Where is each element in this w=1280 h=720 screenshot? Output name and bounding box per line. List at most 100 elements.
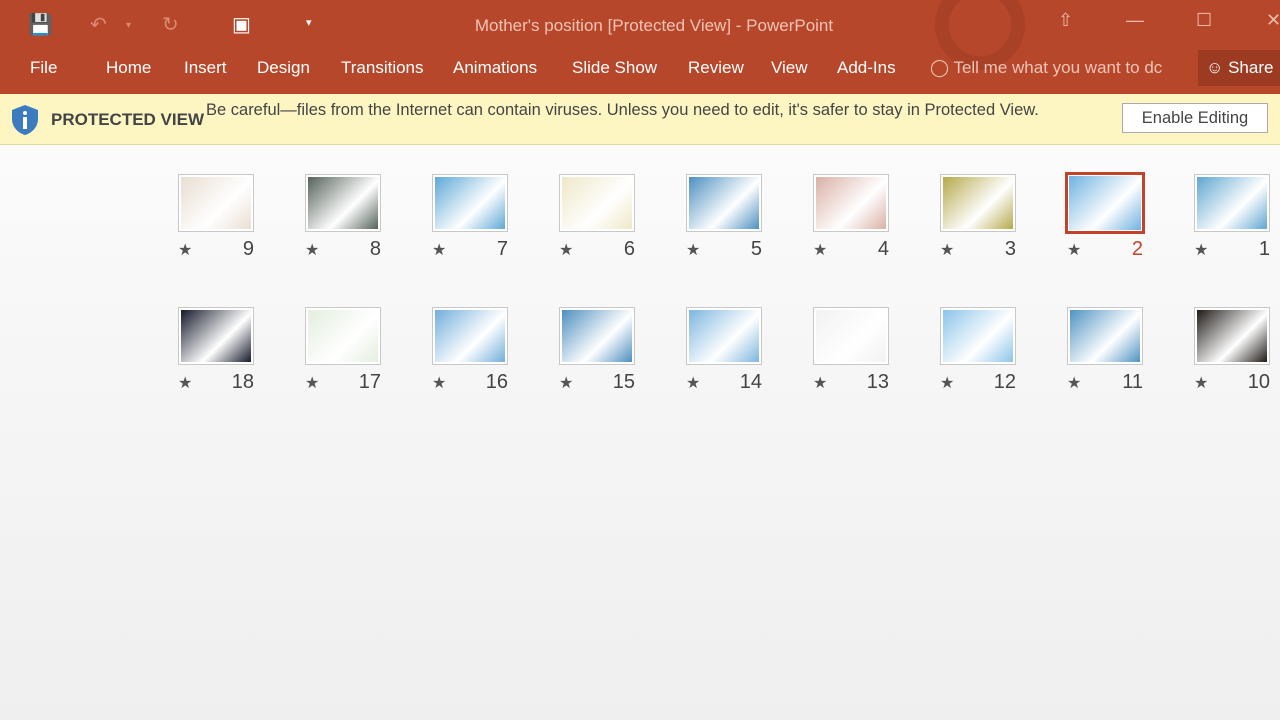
close-icon[interactable]: ✕ xyxy=(1266,10,1280,31)
slide-image xyxy=(181,310,251,362)
animation-star-icon[interactable]: ★ xyxy=(1067,373,1081,393)
slide-preview[interactable] xyxy=(432,174,508,232)
tab-animations[interactable]: Animations xyxy=(453,58,537,78)
tab-home[interactable]: Home xyxy=(106,58,151,78)
slide-thumbnail-12[interactable]: ★ 12 xyxy=(940,307,1016,397)
tab-transitions[interactable]: Transitions xyxy=(341,58,424,78)
slide-number: 5 xyxy=(750,238,762,260)
slide-thumbnail-6[interactable]: ★ 6 xyxy=(559,174,635,264)
slide-preview[interactable] xyxy=(1194,307,1270,365)
animation-star-icon[interactable]: ★ xyxy=(178,373,192,393)
tell-me-search[interactable]: ◯ Tell me what you want to dc xyxy=(930,58,1162,78)
animation-star-icon[interactable]: ★ xyxy=(1194,373,1208,393)
slide-preview[interactable] xyxy=(1067,307,1143,365)
slide-number: 13 xyxy=(866,371,889,393)
slide-number: 2 xyxy=(1131,238,1143,260)
slide-preview[interactable] xyxy=(940,307,1016,365)
slide-preview[interactable] xyxy=(686,174,762,232)
slide-image xyxy=(181,177,251,229)
slide-image xyxy=(1070,310,1140,362)
minimize-icon[interactable]: — xyxy=(1126,10,1144,31)
animation-star-icon[interactable]: ★ xyxy=(1067,240,1081,260)
slide-preview[interactable] xyxy=(940,174,1016,232)
slide-thumbnail-10[interactable]: ★ 10 xyxy=(1194,307,1270,397)
slide-image xyxy=(689,177,759,229)
slide-image xyxy=(308,177,378,229)
share-button[interactable]: ☺ Share xyxy=(1198,50,1280,86)
tab-review[interactable]: Review xyxy=(688,58,744,78)
slide-preview[interactable] xyxy=(305,174,381,232)
slide-preview[interactable] xyxy=(813,307,889,365)
slide-image xyxy=(689,310,759,362)
tell-me-text: Tell me what you want to dc xyxy=(953,58,1163,77)
animation-star-icon[interactable]: ★ xyxy=(686,240,700,260)
tab-add-ins[interactable]: Add-Ins xyxy=(837,58,896,78)
slide-thumbnail-3[interactable]: ★ 3 xyxy=(940,174,1016,264)
slide-preview[interactable] xyxy=(559,307,635,365)
slide-number: 18 xyxy=(231,371,254,393)
slide-thumbnail-11[interactable]: ★ 11 xyxy=(1067,307,1143,397)
slide-image xyxy=(1197,177,1267,229)
slide-image xyxy=(308,310,378,362)
animation-star-icon[interactable]: ★ xyxy=(813,373,827,393)
slide-thumbnail-15[interactable]: ★ 15 xyxy=(559,307,635,397)
slide-preview[interactable] xyxy=(686,307,762,365)
slide-number: 15 xyxy=(612,371,635,393)
slide-image xyxy=(943,177,1013,229)
slide-thumbnail-7[interactable]: ★ 7 xyxy=(432,174,508,264)
ribbon-display-icon[interactable]: ⇧ xyxy=(1058,10,1073,31)
animation-star-icon[interactable]: ★ xyxy=(432,373,446,393)
slide-preview[interactable] xyxy=(1194,174,1270,232)
animation-star-icon[interactable]: ★ xyxy=(686,373,700,393)
animation-star-icon[interactable]: ★ xyxy=(559,240,573,260)
lightbulb-icon: ◯ xyxy=(930,58,950,77)
animation-star-icon[interactable]: ★ xyxy=(813,240,827,260)
maximize-icon[interactable]: ☐ xyxy=(1196,10,1212,31)
slide-image xyxy=(562,177,632,229)
slide-thumbnail-8[interactable]: ★ 8 xyxy=(305,174,381,264)
slide-image xyxy=(435,177,505,229)
tab-file[interactable]: File xyxy=(30,58,57,78)
animation-star-icon[interactable]: ★ xyxy=(432,240,446,260)
tab-design[interactable]: Design xyxy=(257,58,310,78)
slide-number: 16 xyxy=(485,371,508,393)
slide-number: 11 xyxy=(1122,371,1143,393)
slide-thumbnail-16[interactable]: ★ 16 xyxy=(432,307,508,397)
slide-preview[interactable] xyxy=(1065,172,1145,234)
slide-number: 9 xyxy=(242,238,254,260)
slide-image xyxy=(1197,310,1267,362)
slide-preview[interactable] xyxy=(305,307,381,365)
person-add-icon: ☺ xyxy=(1206,58,1224,77)
slide-thumbnail-18[interactable]: ★ 18 xyxy=(178,307,254,397)
animation-star-icon[interactable]: ★ xyxy=(305,240,319,260)
slide-thumbnail-17[interactable]: ★ 17 xyxy=(305,307,381,397)
slide-number: 4 xyxy=(877,238,889,260)
enable-editing-button[interactable]: Enable Editing xyxy=(1122,103,1268,133)
slide-thumbnail-1[interactable]: ★ 1 xyxy=(1194,174,1270,264)
slide-thumbnail-5[interactable]: ★ 5 xyxy=(686,174,762,264)
tab-slide-show[interactable]: Slide Show xyxy=(572,58,657,78)
slide-number: 3 xyxy=(1004,238,1016,260)
slide-preview[interactable] xyxy=(813,174,889,232)
slide-thumbnail-2[interactable]: ★ 2 xyxy=(1065,172,1145,264)
animation-star-icon[interactable]: ★ xyxy=(940,240,954,260)
animation-star-icon[interactable]: ★ xyxy=(178,240,192,260)
tab-insert[interactable]: Insert xyxy=(184,58,227,78)
animation-star-icon[interactable]: ★ xyxy=(559,373,573,393)
animation-star-icon[interactable]: ★ xyxy=(940,373,954,393)
protected-view-bar: PROTECTED VIEW Be careful—files from the… xyxy=(0,94,1280,145)
slide-thumbnail-9[interactable]: ★ 9 xyxy=(178,174,254,264)
slide-thumbnail-14[interactable]: ★ 14 xyxy=(686,307,762,397)
slide-preview[interactable] xyxy=(178,307,254,365)
slide-number: 7 xyxy=(496,238,508,260)
animation-star-icon[interactable]: ★ xyxy=(1194,240,1208,260)
slide-image xyxy=(943,310,1013,362)
slide-thumbnail-4[interactable]: ★ 4 xyxy=(813,174,889,264)
slide-preview[interactable] xyxy=(559,174,635,232)
tab-view[interactable]: View xyxy=(771,58,808,78)
animation-star-icon[interactable]: ★ xyxy=(305,373,319,393)
slide-thumbnail-13[interactable]: ★ 13 xyxy=(813,307,889,397)
slide-preview[interactable] xyxy=(432,307,508,365)
slide-number: 10 xyxy=(1247,371,1270,393)
slide-preview[interactable] xyxy=(178,174,254,232)
